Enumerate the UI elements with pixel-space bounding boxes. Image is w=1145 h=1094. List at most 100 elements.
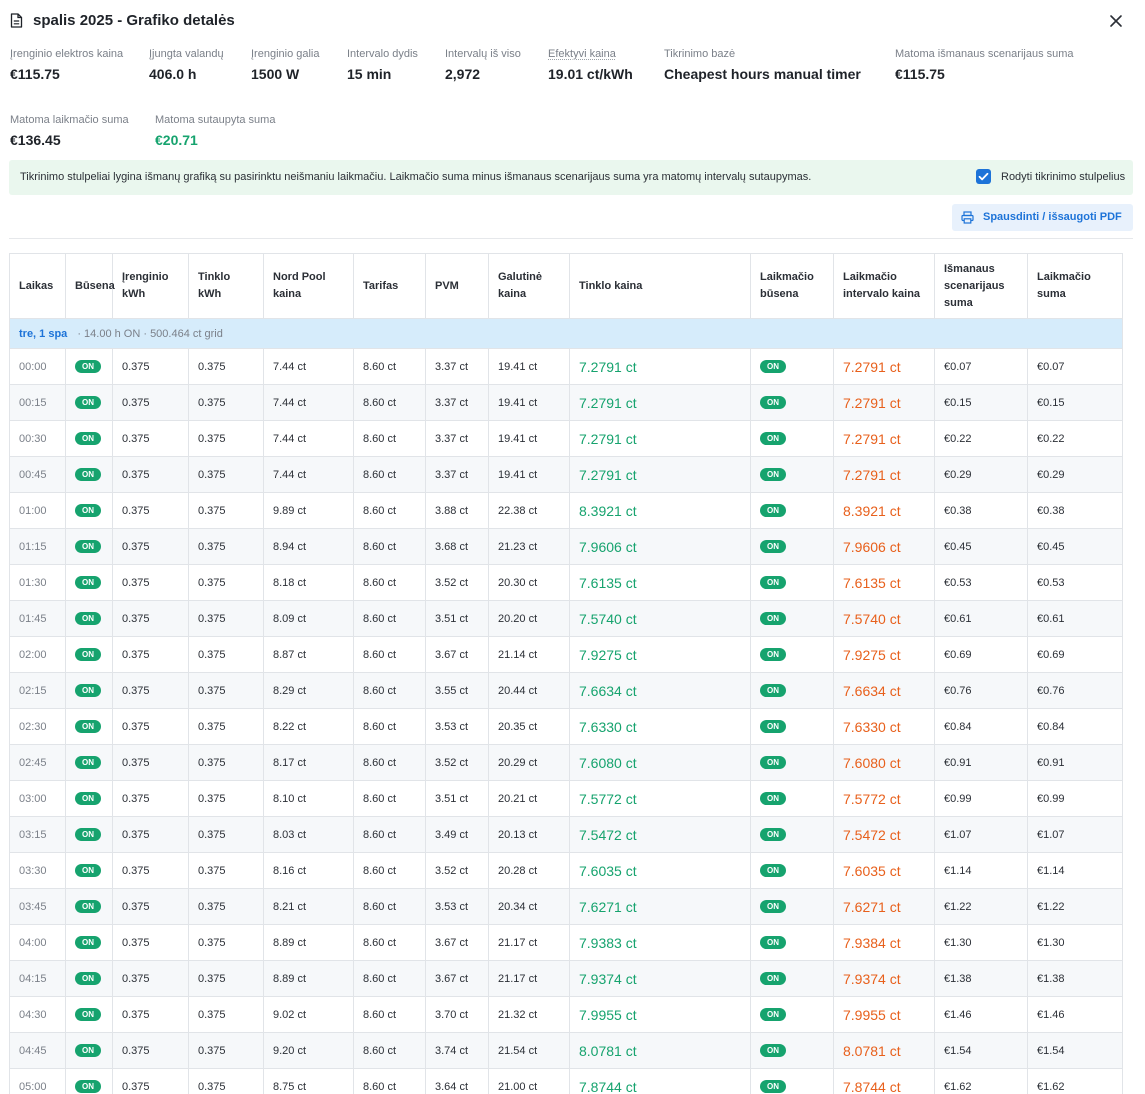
close-icon[interactable] [1106, 11, 1126, 31]
vat-cell: 3.55 ct [425, 672, 489, 709]
grid-price-cell: 7.2791 ct [569, 348, 751, 385]
print-pdf-button[interactable]: Spausdinti / išsaugoti PDF [952, 204, 1133, 231]
table-row: 04:00 ON 0.375 0.375 8.89 ct 8.60 ct 3.67 ct 21… [9, 924, 1123, 961]
vat-cell: 3.51 ct [425, 780, 489, 817]
time-cell: 03:30 [9, 852, 66, 889]
on-badge: ON [75, 864, 101, 877]
stat-value: 15 min [347, 66, 392, 82]
column-header: Tinklo kaina [569, 253, 751, 319]
timer-sum-cell: €1.07 [1027, 816, 1123, 853]
grid-kwh-cell: 0.375 [188, 996, 264, 1033]
grid-kwh-cell: 0.375 [188, 528, 264, 565]
time-cell: 03:00 [9, 780, 66, 817]
checkbox-label[interactable]: Rodyti tikrinimo stulpelius [1001, 171, 1125, 183]
tariff-cell: 8.60 ct [353, 960, 426, 997]
nordpool-price-cell: 8.22 ct [263, 708, 354, 745]
device-kwh-cell: 0.375 [112, 420, 189, 457]
vat-cell: 3.67 ct [425, 960, 489, 997]
on-badge: ON [760, 504, 786, 517]
on-badge: ON [760, 1080, 786, 1093]
tariff-cell: 8.60 ct [353, 1068, 426, 1094]
show-check-columns-checkbox[interactable] [976, 169, 991, 184]
grid-kwh-cell: 0.375 [188, 852, 264, 889]
grid-price-cell: 7.6080 ct [569, 744, 751, 781]
timer-interval-price-cell: 7.9275 ct [833, 636, 935, 673]
timer-interval-price-cell: 8.3921 ct [833, 492, 935, 529]
stat-smart-sum: Matoma išmanaus scenarijaus suma €115.75 [895, 48, 1074, 82]
column-header: Būsena [65, 253, 115, 319]
grid-price-cell: 7.9374 ct [569, 960, 751, 997]
final-price-cell: 19.41 ct [488, 456, 570, 493]
tariff-cell: 8.60 ct [353, 348, 426, 385]
timer-interval-price-cell: 7.9606 ct [833, 528, 935, 565]
stat-label[interactable]: Efektyvi kaina [548, 48, 633, 60]
smart-sum-cell: €0.84 [934, 708, 1028, 745]
smart-sum-cell: €1.62 [934, 1068, 1028, 1094]
timer-sum-cell: €0.38 [1027, 492, 1123, 529]
table-row: 01:15 ON 0.375 0.375 8.94 ct 8.60 ct 3.68 ct 21… [9, 528, 1123, 565]
timer-sum-cell: €0.45 [1027, 528, 1123, 565]
time-cell: 02:45 [9, 744, 66, 781]
time-cell: 01:45 [9, 600, 66, 637]
grid-price-cell: 7.8744 ct [569, 1068, 751, 1094]
smart-sum-cell: €0.76 [934, 672, 1028, 709]
on-badge: ON [75, 792, 101, 805]
timer-interval-price-cell: 7.5472 ct [833, 816, 935, 853]
final-price-cell: 20.44 ct [488, 672, 570, 709]
status-cell: ON [65, 960, 113, 997]
vat-cell: 3.52 ct [425, 852, 489, 889]
smart-sum-cell: €0.15 [934, 384, 1028, 421]
table-row: 02:45 ON 0.375 0.375 8.17 ct 8.60 ct 3.52 ct 20… [9, 744, 1123, 781]
grid-price-cell: 7.9383 ct [569, 924, 751, 961]
tariff-cell: 8.60 ct [353, 996, 426, 1033]
nordpool-price-cell: 9.02 ct [263, 996, 354, 1033]
column-header: Įrenginio kWh [112, 253, 189, 319]
timer-status-cell: ON [750, 924, 834, 961]
grid-kwh-cell: 0.375 [188, 924, 264, 961]
column-header: Nord Pool kaina [263, 253, 354, 319]
day-group-row[interactable]: tre, 1 spa · 14.00 h ON · 500.464 ct grid [9, 318, 1123, 349]
final-price-cell: 20.20 ct [488, 600, 570, 637]
grid-price-cell: 7.6271 ct [569, 888, 751, 925]
vat-cell: 3.37 ct [425, 456, 489, 493]
stat-timer-sum: Matoma laikmačio suma €136.45 [10, 114, 129, 148]
tariff-cell: 8.60 ct [353, 636, 426, 673]
status-cell: ON [65, 636, 113, 673]
device-kwh-cell: 0.375 [112, 996, 189, 1033]
timer-sum-cell: €0.07 [1027, 348, 1123, 385]
grid-kwh-cell: 0.375 [188, 1068, 264, 1094]
grid-price-cell: 7.6035 ct [569, 852, 751, 889]
device-kwh-cell: 0.375 [112, 672, 189, 709]
info-banner: Tikrinimo stulpeliai lygina išmanų grafi… [9, 160, 1133, 195]
timer-status-cell: ON [750, 456, 834, 493]
vat-cell: 3.64 ct [425, 1068, 489, 1094]
nordpool-price-cell: 8.29 ct [263, 672, 354, 709]
tariff-cell: 8.60 ct [353, 672, 426, 709]
device-kwh-cell: 0.375 [112, 960, 189, 997]
schedule-table: Laikas Būsena Įrenginio kWh Tinklo kWh N… [9, 253, 1123, 1094]
on-badge: ON [760, 576, 786, 589]
timer-sum-cell: €1.14 [1027, 852, 1123, 889]
print-button-label: Spausdinti / išsaugoti PDF [983, 211, 1122, 223]
day-group-cell: tre, 1 spa · 14.00 h ON · 500.464 ct grid [9, 318, 1123, 349]
status-cell: ON [65, 672, 113, 709]
on-badge: ON [760, 936, 786, 949]
grid-kwh-cell: 0.375 [188, 420, 264, 457]
nordpool-price-cell: 9.20 ct [263, 1032, 354, 1069]
final-price-cell: 21.32 ct [488, 996, 570, 1033]
status-cell: ON [65, 600, 113, 637]
nordpool-price-cell: 8.16 ct [263, 852, 354, 889]
table-row: 02:00 ON 0.375 0.375 8.87 ct 8.60 ct 3.67 ct 21… [9, 636, 1123, 673]
time-cell: 03:45 [9, 888, 66, 925]
device-kwh-cell: 0.375 [112, 708, 189, 745]
on-badge: ON [760, 648, 786, 661]
page-title: spalis 2025 - Grafiko detalės [33, 12, 235, 29]
on-badge: ON [75, 396, 101, 409]
timer-status-cell: ON [750, 744, 834, 781]
on-badge: ON [760, 1044, 786, 1057]
column-header: PVM [425, 253, 489, 319]
time-cell: 00:45 [9, 456, 66, 493]
final-price-cell: 21.17 ct [488, 924, 570, 961]
table-row: 00:15 ON 0.375 0.375 7.44 ct 8.60 ct 3.37 ct 19… [9, 384, 1123, 421]
status-cell: ON [65, 780, 113, 817]
